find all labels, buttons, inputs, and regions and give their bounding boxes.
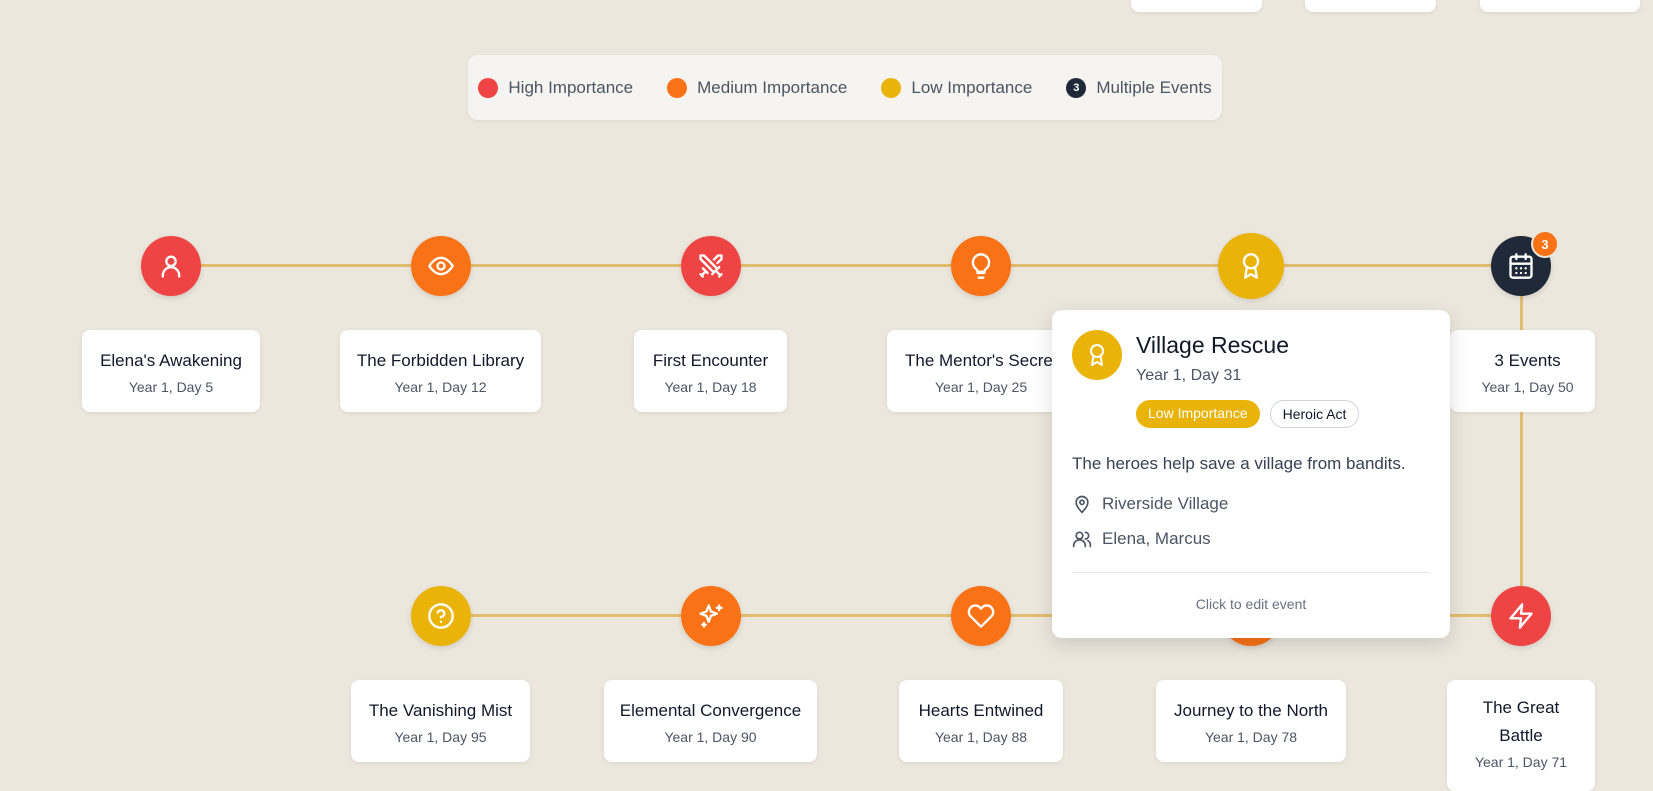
event-node-first-encounter[interactable] (681, 236, 741, 296)
user-icon (161, 255, 181, 278)
popup-location-text: Riverside Village (1102, 494, 1229, 513)
legend-label: Low Importance (911, 77, 1033, 97)
legend-label: Medium Importance (697, 77, 848, 97)
event-node-mentors-secret[interactable] (951, 236, 1011, 296)
event-date: Year 1, Day 88 (934, 729, 1028, 745)
event-title: Hearts Entwined (918, 701, 1044, 720)
event-card-first-encounter[interactable]: First Encounter Year 1, Day 18 (634, 330, 787, 412)
event-card-elemental-convergence[interactable]: Elemental Convergence Year 1, Day 90 (604, 680, 817, 762)
event-title: First Encounter (652, 351, 769, 370)
popup-event-icon (1072, 330, 1122, 380)
event-node-great-battle[interactable] (1491, 586, 1551, 646)
event-title: The Vanishing Mist (368, 701, 513, 720)
timeline-line-vertical (1520, 266, 1523, 616)
event-date: Year 1, Day 25 (935, 379, 1028, 395)
event-date: Year 1, Day 18 (664, 379, 757, 395)
low-importance-dot (881, 77, 902, 98)
event-date: Year 1, Day 50 (1481, 379, 1574, 395)
award-icon (1090, 344, 1104, 366)
event-card-forbidden-library[interactable]: The Forbidden Library Year 1, Day 12 (340, 330, 541, 412)
event-date: Year 1, Day 12 (394, 379, 487, 395)
event-card-elenas-awakening[interactable]: Elena's Awakening Year 1, Day 5 (82, 330, 260, 412)
crossed-swords-icon (699, 254, 723, 278)
calendar-icon (1509, 253, 1533, 279)
top-card-stub-2[interactable] (1305, 0, 1436, 12)
event-title: The Mentor's Secret (905, 351, 1058, 370)
legend-item-medium: Medium Importance (667, 77, 848, 98)
event-title: The Great Battle (1482, 698, 1560, 745)
event-date: Year 1, Day 78 (1204, 729, 1298, 745)
multiple-events-dot: 3 (1066, 77, 1087, 98)
event-node-forbidden-library[interactable] (411, 236, 471, 296)
event-card-mentors-secret[interactable]: The Mentor's Secret Year 1, Day 25 (887, 330, 1077, 412)
popup-divider (1072, 572, 1430, 573)
legend-item-high: High Importance (478, 77, 634, 98)
event-title: The Forbidden Library (356, 351, 525, 370)
event-date: Year 1, Day 90 (664, 729, 757, 745)
event-date: Year 1, Day 71 (1474, 754, 1568, 770)
event-type-tag: Heroic Act (1269, 400, 1360, 428)
sparkles-icon (699, 604, 723, 628)
popup-characters-text: Elena, Marcus (1102, 529, 1211, 548)
event-card-journey-north[interactable]: Journey to the North Year 1, Day 78 (1156, 680, 1346, 762)
popup-date: Year 1, Day 31 (1136, 367, 1242, 384)
timeline-line-row1 (170, 264, 1522, 267)
map-pin-icon (1075, 495, 1089, 514)
event-node-elenas-awakening[interactable] (141, 236, 201, 296)
popup-tags: Low Importance Heroic Act (1136, 400, 1360, 428)
event-date: Year 1, Day 5 (128, 379, 214, 395)
event-node-multiple-events[interactable]: 3 (1491, 230, 1559, 296)
event-card-hearts-entwined[interactable]: Hearts Entwined Year 1, Day 88 (899, 680, 1063, 762)
event-title: Elena's Awakening (100, 351, 242, 370)
importance-tag: Low Importance (1136, 400, 1260, 428)
lightning-icon (1509, 603, 1533, 629)
legend: High Importance Medium Importance Low Im… (468, 55, 1222, 120)
popup-location: Riverside Village (1072, 494, 1228, 514)
popup-edit-hint[interactable]: Click to edit event (1052, 596, 1450, 612)
popup-title: Village Rescue (1136, 332, 1290, 358)
popup-characters: Elena, Marcus (1072, 529, 1211, 549)
event-title: 3 Events (1494, 351, 1561, 370)
high-importance-dot (478, 77, 499, 98)
legend-label: Multiple Events (1096, 77, 1212, 97)
top-card-stub-1[interactable] (1131, 0, 1262, 12)
heart-icon (967, 604, 995, 628)
top-card-stub-3[interactable] (1480, 0, 1640, 12)
legend-item-low: Low Importance (881, 77, 1033, 98)
event-card-vanishing-mist[interactable]: The Vanishing Mist Year 1, Day 95 (351, 680, 530, 762)
event-card-multiple-events[interactable]: 3 Events Year 1, Day 50 (1450, 330, 1595, 412)
event-title: Elemental Convergence (619, 701, 802, 720)
event-count-badge: 3 (1531, 230, 1559, 258)
legend-item-multiple: 3 Multiple Events (1066, 77, 1212, 98)
event-node-elemental-convergence[interactable] (681, 586, 741, 646)
event-date: Year 1, Day 95 (394, 729, 487, 745)
legend-label: High Importance (508, 77, 634, 97)
event-detail-popup[interactable]: Village Rescue Year 1, Day 31 Low Import… (1052, 310, 1450, 638)
lightbulb-icon (971, 253, 991, 279)
users-icon (1072, 531, 1092, 548)
popup-description: The heroes help save a village from band… (1072, 454, 1406, 473)
event-node-hearts-entwined[interactable] (951, 586, 1011, 646)
event-node-vanishing-mist[interactable] (411, 586, 471, 646)
event-card-great-battle[interactable]: The Great Battle Year 1, Day 71 (1447, 680, 1595, 791)
question-icon (428, 603, 454, 629)
event-node-village-rescue[interactable] (1218, 233, 1284, 299)
medium-importance-dot (667, 77, 688, 98)
event-title: Journey to the North (1173, 701, 1329, 720)
eye-icon (428, 256, 454, 276)
award-icon (1242, 253, 1260, 279)
